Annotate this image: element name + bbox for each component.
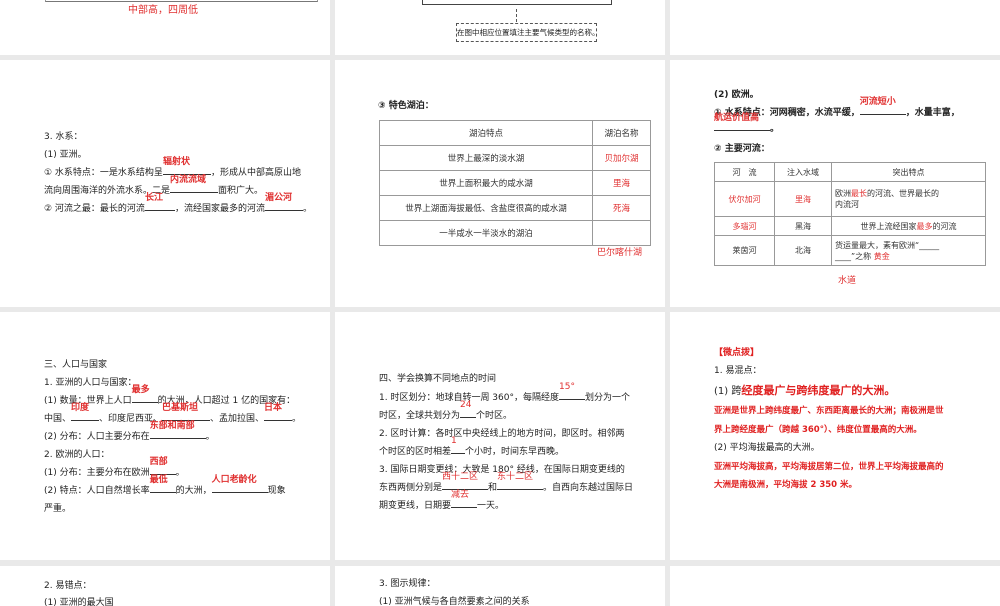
text-line: (1) 亚洲气候与各自然要素之间的关系 [379, 597, 530, 606]
text-line: 亚洲是世界上跨纬度最广、东西距离最长的大洲；南极洲是世 [714, 406, 944, 416]
text-line: 时区，全球共划分为 24 个时区。 [379, 399, 513, 422]
text-line: (2) 分布：人口主要分布在 东部和南部。 [44, 420, 215, 443]
slide-thumbnail-5[interactable]: ③ 特色湖泊： 湖泊特点 湖泊名称 世界上最深的淡水湖 贝加尔湖 世界上面积最大的咸… [335, 60, 665, 307]
slide-thumbnail-10[interactable]: 2. 易错点： (1) 亚洲的最大国 [0, 566, 330, 606]
table-row: 世界上湖面海拔最低、含盐度很高的咸水湖 死海 [379, 195, 651, 221]
text-line: 界上跨经度最广（跨越 360°）、纬度位置最高的大洲。 [714, 425, 922, 435]
subheading: 1. 亚洲的人口与国家： [44, 378, 137, 388]
text-line: 航运价值高。 [714, 112, 780, 134]
text-line: 大洲是南极洲，平均海拔 2 350 米。 [714, 480, 858, 490]
heading: ③ 特色湖泊： [378, 101, 434, 111]
subheading: ② 主要河流： [714, 144, 770, 154]
table-row: 一半咸水一半淡水的湖泊 [379, 220, 651, 246]
text-line: 1. 时区划分：地球自转一周 360°，每隔经度 15° 划分为一个 [379, 381, 631, 404]
heading: 1. 易混点： [714, 366, 762, 376]
text-line: 东西两侧分别是 西十二区和东十二区 。自西向东越过国际日 [379, 471, 634, 494]
answer-text: 水道 [838, 276, 857, 286]
answer-text: 巴尔喀什湖 [597, 248, 643, 258]
slide-thumbnail-6[interactable]: (2) 欧洲。 ① 水系特点：河网稠密，水流平缓， 河流短小 ，水量丰富， 航运价值… [670, 60, 1000, 307]
heading: 三、人口与国家 [44, 360, 108, 370]
text-line: (2) 特点：人口自然增长率 最低 的大洲， 人口老龄化 现象 [44, 474, 286, 497]
table-row: 伏尔加河 里海 欧洲最长的河流、世界最长的 内流河 [714, 181, 986, 217]
text-line: (2) 平均海拔最高的大洲。 [714, 443, 820, 453]
table-bottom [45, 0, 318, 2]
heading: 3. 图示规律： [379, 579, 436, 589]
diagram-caption: 在图中相应位置填注主要气候类型的名称。 [456, 23, 600, 42]
heading: (2) 欧洲。 [714, 90, 759, 100]
subheading: (1) 亚洲。 [44, 150, 87, 160]
heading: 2. 易错点： [44, 581, 92, 591]
table-row: 多瑙河 黑海 世界上流经国家最多的河流 [714, 216, 986, 236]
slide-thumbnail-8[interactable]: 四、学会换算不同地点的时间 1. 时区划分：地球自转一周 360°，每隔经度 15… [335, 312, 665, 560]
dashed-arrow [516, 9, 517, 22]
text-line: 亚洲平均海拔高，平均海拔居第二位，世界上平均海拔最高的 [714, 462, 944, 472]
tag-label: 【微点拨】 [714, 348, 760, 358]
table-header: 湖泊特点 [379, 120, 593, 146]
slide-thumbnail-4[interactable]: 3. 水系： (1) 亚洲。 ① 水系特点：一是水系结构呈 辐射状 ，形成从中部高原… [0, 60, 330, 307]
slide-thumbnail-7[interactable]: 三、人口与国家 1. 亚洲的人口与国家： (1) 数量：世界上人口 最多 的大洲，人… [0, 312, 330, 560]
table-header: 湖泊名称 [592, 120, 651, 146]
rivers-table: 河 流注入水域 突出特点 伏尔加河 里海 欧洲最长的河流、世界最长的 内流河 多瑙河 黑海… [714, 162, 986, 266]
text-line: (1) 亚洲的最大国 [44, 598, 114, 606]
heading: 四、学会换算不同地点的时间 [379, 374, 497, 384]
text-line: ② 河流之最：最长的河流 长江 ，流经国家最多的河流 湄公河。 [44, 192, 312, 215]
slide-thumbnail-1[interactable]: 中部高，四周低 [0, 0, 330, 55]
lakes-table: 湖泊特点 湖泊名称 世界上最深的淡水湖 贝加尔湖 世界上面积最大的咸水湖 里海 世界上… [379, 120, 651, 246]
table-row: 世界上面积最大的咸水湖 里海 [379, 170, 651, 196]
text-line: (1) 跨经度最广与跨纬度最广的大洲。 [714, 384, 896, 397]
slide-thumbnail-3[interactable] [670, 0, 1000, 55]
slide-thumbnail-12[interactable] [670, 566, 1000, 606]
text-line: 期变更线，日期要 减去 一天。 [379, 489, 505, 512]
climate-map-diagram [422, 0, 612, 5]
table-row: 莱茵河 北海 货运量最大，素有欧洲“_____ ____”之称 黄金 [714, 235, 986, 266]
table-row: 世界上最深的淡水湖 贝加尔湖 [379, 145, 651, 171]
slide-thumbnail-9[interactable]: 【微点拨】 1. 易混点： (1) 跨经度最广与跨纬度最广的大洲。 亚洲是世界上… [670, 312, 1000, 560]
text-line: 严重。 [44, 504, 72, 514]
text-line: 个时区的区时相差 1 个小时，时间东早西晚。 [379, 435, 565, 458]
slide-thumbnail-11[interactable]: 3. 图示规律： (1) 亚洲气候与各自然要素之间的关系 [335, 566, 665, 606]
answer-text: 中部高，四周低 [128, 5, 198, 16]
text-line: 2. 区时计算：各时区中央经线上的地方时间，即区时。相邻两 [379, 429, 625, 439]
slide-thumbnail-2[interactable]: 在图中相应位置填注主要气候类型的名称。 [335, 0, 665, 55]
subheading: 2. 欧洲的人口： [44, 450, 110, 460]
heading: 3. 水系： [44, 132, 83, 142]
